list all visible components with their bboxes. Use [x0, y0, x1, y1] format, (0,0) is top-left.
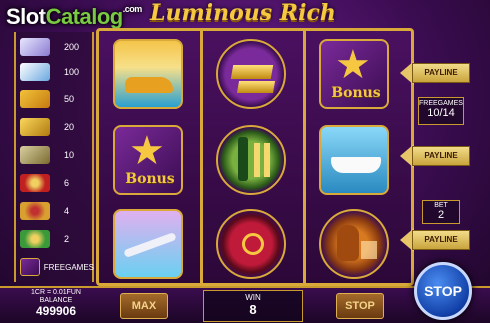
payline-button[interactable]: PAYLINE	[400, 61, 478, 85]
payline-button[interactable]: PAYLINE	[400, 228, 478, 252]
bonus-star-icon	[20, 258, 40, 276]
star-glyph: ★	[129, 129, 165, 173]
paytable-value: 200	[64, 42, 80, 52]
paytable: 200 100 50 20 10 6 4 2 FREEGAMES	[14, 32, 94, 282]
red-chip-icon	[20, 174, 50, 192]
money-stack-icon	[20, 146, 50, 164]
green-chip-icon	[20, 230, 50, 248]
private-jet-icon	[113, 209, 183, 279]
spin-stop-button[interactable]: STOP	[414, 262, 472, 320]
paytable-row: 200	[20, 36, 94, 58]
balance-value: 499906	[35, 304, 77, 318]
champagne-icon	[216, 125, 286, 195]
gold-bars-icon	[20, 118, 50, 136]
bonus-text: Bonus	[331, 85, 381, 101]
denomination-label: 1CR = 0.01FUN	[31, 289, 81, 296]
yacht-icon	[319, 125, 389, 195]
yacht-icon	[20, 63, 50, 81]
paytable-row: 100	[20, 61, 94, 83]
bonus-text: Bonus	[125, 171, 175, 187]
reel-divider	[200, 31, 203, 283]
balance-panel: 1CR = 0.01FUN BALANCE 499906	[12, 289, 100, 318]
stop-button[interactable]: STOP	[336, 293, 384, 319]
paytable-row: 20	[20, 116, 94, 138]
max-bet-button[interactable]: MAX	[120, 293, 168, 319]
paytable-value: 50	[64, 94, 75, 104]
paytable-row: 6	[20, 172, 94, 194]
gold-ring-icon	[20, 202, 50, 220]
paytable-row-bonus: FREEGAMES	[20, 256, 94, 278]
sports-car-icon	[113, 39, 183, 109]
paytable-row: 4	[20, 200, 94, 222]
bet-label: BET	[434, 202, 448, 209]
paytable-value: 6	[64, 178, 70, 188]
win-label: WIN	[245, 293, 261, 302]
red-scarf-icon	[216, 209, 286, 279]
balance-label: BALANCE	[39, 297, 73, 304]
gem-stack-icon	[20, 38, 50, 56]
paytable-bonus-label: FREEGAMES	[43, 262, 94, 272]
reel-divider	[303, 31, 306, 283]
win-value: 8	[249, 302, 257, 317]
freegames-counter: FREEGAMES 10/14	[418, 97, 464, 125]
bet-value: 2	[437, 209, 445, 221]
paytable-value: 20	[64, 122, 75, 132]
star-glyph: ★	[335, 43, 371, 87]
paytable-row: 10	[20, 144, 94, 166]
car-icon	[20, 90, 50, 108]
freegames-value: 10/14	[427, 107, 455, 119]
cognac-icon	[319, 209, 389, 279]
bet-display: BET 2	[422, 200, 460, 224]
paytable-value: 2	[64, 234, 70, 244]
game-title: Luminous Rich	[150, 0, 336, 26]
reel-area: ★ Bonus ★ Bonus	[96, 28, 414, 286]
freegames-label: FREEGAMES	[419, 100, 463, 107]
payline-label: PAYLINE	[412, 63, 470, 83]
gold-bars-icon	[216, 39, 286, 109]
win-display: WIN 8	[203, 290, 303, 322]
bonus-star-icon: ★ Bonus	[319, 39, 389, 109]
paytable-row: 2	[20, 228, 94, 250]
payline-button[interactable]: PAYLINE	[400, 144, 478, 168]
paytable-value: 4	[64, 206, 70, 216]
payline-label: PAYLINE	[412, 230, 470, 250]
payline-label: PAYLINE	[412, 146, 470, 166]
brand-logo: SlotCatalog.com	[6, 4, 142, 29]
paytable-value: 100	[64, 67, 80, 77]
paytable-value: 10	[64, 150, 75, 160]
header: SlotCatalog.com Luminous Rich	[0, 0, 490, 29]
bonus-star-icon: ★ Bonus	[113, 125, 183, 195]
paytable-row: 50	[20, 88, 94, 110]
